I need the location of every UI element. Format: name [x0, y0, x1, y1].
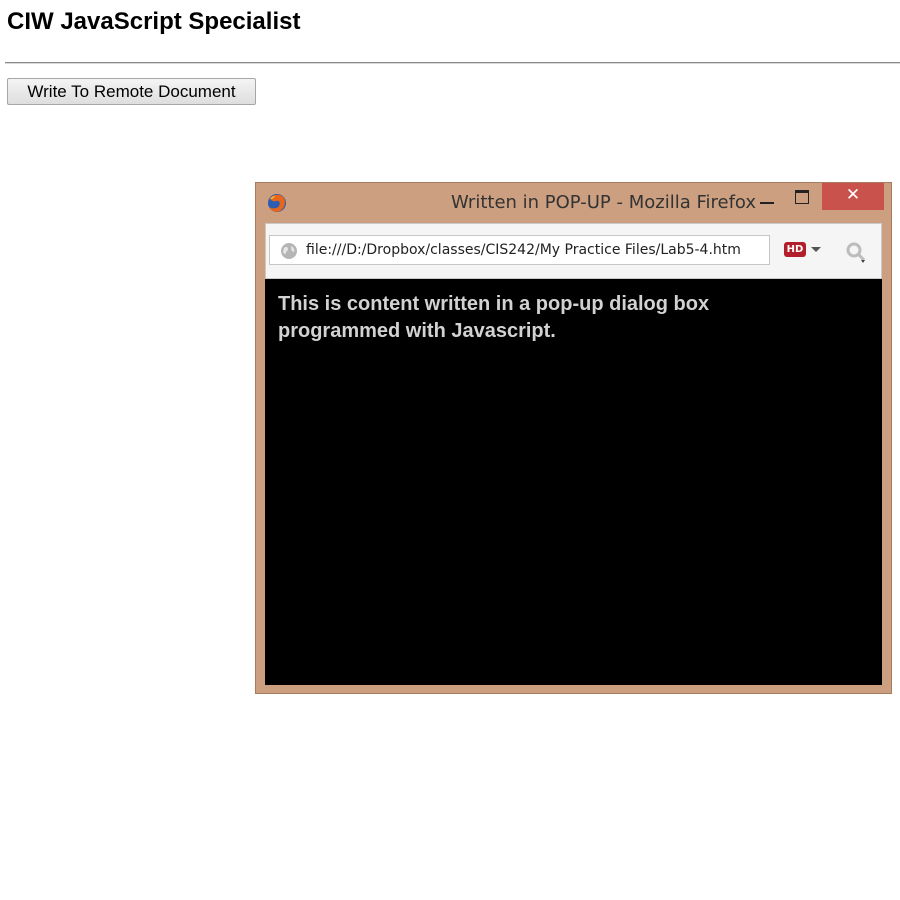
write-to-remote-document-button[interactable]: Write To Remote Document — [7, 78, 256, 105]
url-field[interactable]: file:///D:/Dropbox/classes/CIS242/My Pra… — [269, 235, 770, 265]
maximize-button[interactable] — [786, 183, 814, 211]
close-button[interactable]: ✕ — [822, 183, 884, 210]
popup-content-text: This is content written in a pop-up dial… — [278, 293, 710, 342]
close-icon: ✕ — [845, 185, 861, 205]
hd-badge-icon: HD — [784, 242, 806, 257]
chevron-down-icon — [811, 247, 821, 252]
search-icon[interactable] — [844, 240, 868, 264]
popup-window[interactable]: Written in POP-UP - Mozilla Firefox ✕ fi… — [255, 182, 892, 694]
popup-content-area: This is content written in a pop-up dial… — [265, 279, 882, 685]
popup-titlebar[interactable]: Written in POP-UP - Mozilla Firefox ✕ — [256, 183, 891, 223]
minimize-button[interactable] — [752, 183, 780, 211]
address-bar: file:///D:/Dropbox/classes/CIS242/My Pra… — [265, 223, 882, 279]
horizontal-rule — [5, 62, 900, 64]
page-title: CIW JavaScript Specialist — [7, 8, 301, 35]
url-text: file:///D:/Dropbox/classes/CIS242/My Pra… — [306, 242, 741, 258]
globe-icon — [280, 242, 298, 260]
hd-video-control[interactable]: HD — [784, 241, 824, 261]
